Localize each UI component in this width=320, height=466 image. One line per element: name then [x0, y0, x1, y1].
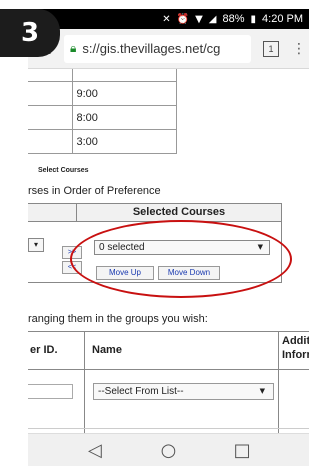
step-number-badge: 3: [0, 9, 60, 57]
table-row: 3:00: [28, 129, 177, 154]
lock-icon: 🔒︎: [70, 41, 77, 55]
column-header-id: er ID.: [30, 344, 58, 356]
annotation-circle: [70, 220, 292, 298]
tab-switcher-button[interactable]: 1: [263, 40, 279, 57]
time-cell: 3:00: [71, 129, 177, 154]
time-table: 9:00 8:00 3:00: [28, 81, 177, 154]
grid-header-row: [28, 332, 309, 370]
time-table-top: [28, 69, 177, 81]
player-grid: er ID. Name Addit Inforr --Select From L…: [28, 331, 309, 433]
alarm-icon: ⏰: [176, 13, 190, 25]
url-text: s://gis.thevillages.net/cg: [82, 41, 221, 56]
mute-icon: ✕: [162, 13, 171, 25]
signal-icon: ◢: [208, 13, 217, 25]
time-cell: 8:00: [71, 105, 177, 130]
battery-percent: 88%: [222, 13, 245, 25]
column-divider: [278, 332, 279, 433]
home-circle-icon[interactable]: ○: [153, 440, 183, 461]
name-select-dropdown[interactable]: --Select From List-- ▼: [93, 383, 274, 400]
back-triangle-icon[interactable]: ◁: [80, 440, 110, 461]
address-bar[interactable]: 🔒︎ s://gis.thevillages.net/cg: [64, 34, 251, 63]
browser-toolbar: ⌂ 🔒︎ s://gis.thevillages.net/cg 1 ⋮: [28, 29, 309, 69]
chevron-down-icon: ▼: [259, 387, 265, 395]
arranging-instructions: ranging them in the groups you wish:: [28, 313, 208, 325]
column-header-additional-2: Inforr: [282, 349, 309, 361]
menu-dots-icon[interactable]: ⋮: [289, 41, 309, 57]
column-header-name: Name: [92, 344, 122, 356]
column-header-additional: Addit: [282, 335, 309, 347]
member-id-input[interactable]: [28, 384, 73, 399]
column-divider: [84, 332, 85, 433]
table-row: 8:00: [28, 105, 177, 130]
status-bar: ✕ ⏰ ▼ ◢ 88% ▮ 4:20 PM: [28, 9, 309, 29]
available-courses-select[interactable]: ▾: [28, 238, 44, 252]
recents-square-icon[interactable]: □: [227, 440, 257, 461]
web-page-content: 9:00 8:00 3:00 Select Courses rses in Or…: [28, 69, 309, 433]
table-row: 9:00: [28, 81, 177, 106]
order-preference-text: rses in Order of Preference: [28, 185, 161, 197]
row-divider: [28, 428, 309, 429]
time-cell: 9:00: [71, 81, 177, 106]
wifi-icon: ▼: [195, 13, 203, 25]
select-courses-title: Select Courses: [38, 167, 89, 174]
name-select-value: --Select From List--: [98, 386, 184, 397]
available-courses-header: [28, 204, 76, 222]
clock: 4:20 PM: [262, 13, 303, 25]
battery-icon: ▮: [250, 13, 257, 25]
android-nav-bar: ◁ ○ □: [28, 433, 309, 466]
